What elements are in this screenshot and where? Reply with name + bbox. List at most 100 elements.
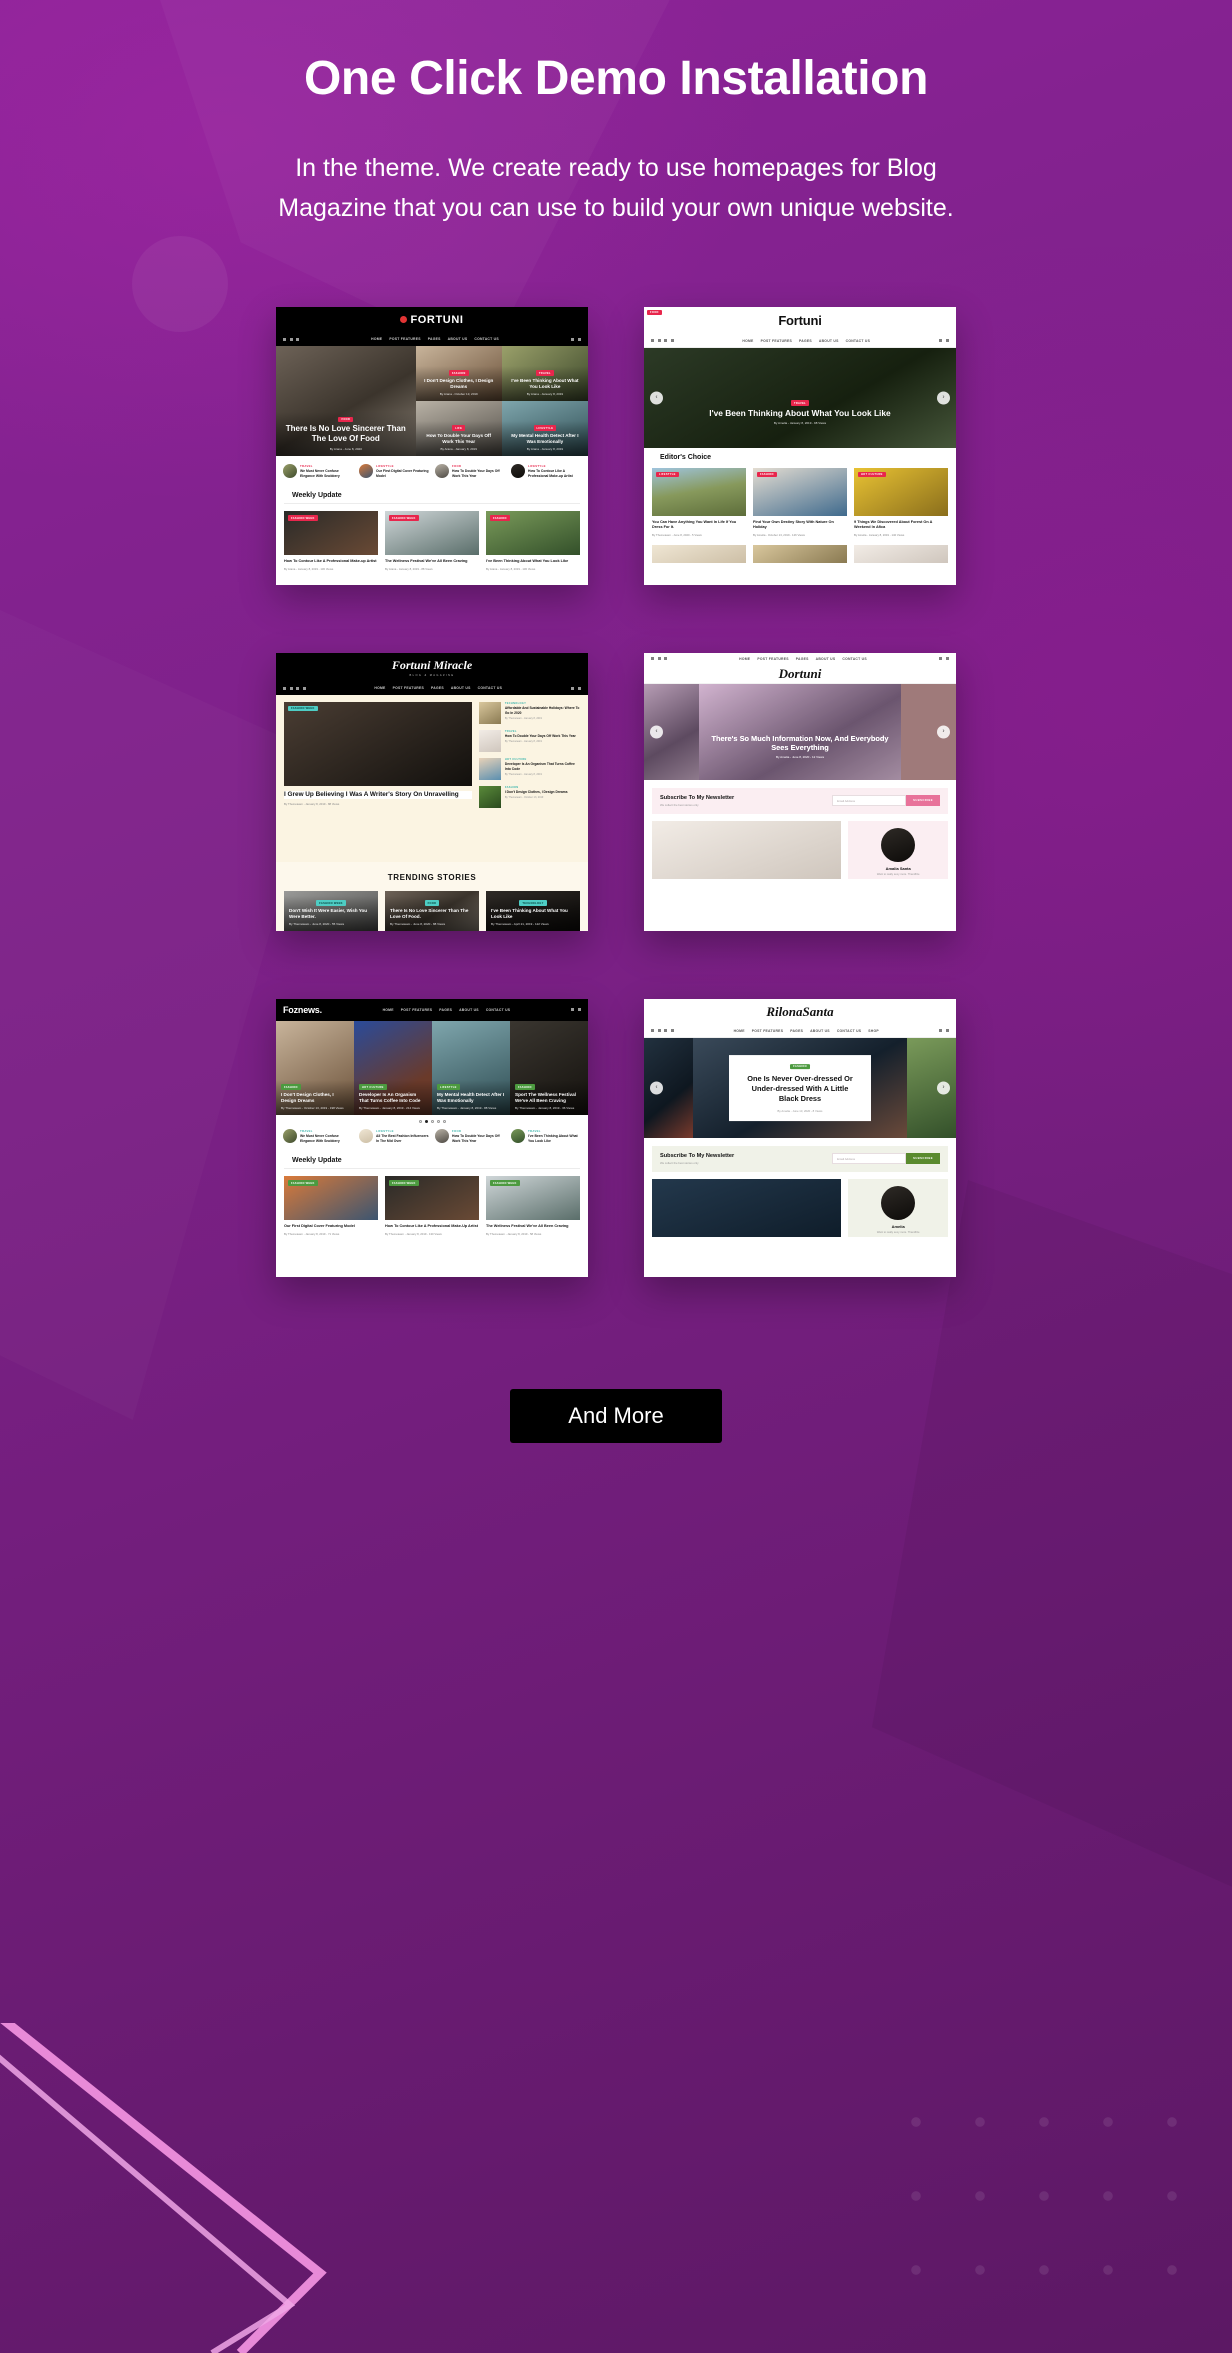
search-icon[interactable] [939, 339, 942, 343]
nav-links[interactable]: HOME POST FEATURES PAGES ABOUT US CONTAC… [383, 1008, 511, 1012]
demo-card-foznews[interactable]: Foznews. HOME POST FEATURES PAGES ABOUT … [276, 998, 588, 1277]
search-icon[interactable] [571, 337, 574, 341]
nav-link-about[interactable]: ABOUT US [451, 686, 471, 690]
post-thumb[interactable] [753, 544, 847, 563]
post-card[interactable]: FASHION WEEK How To Contour Like A Profe… [284, 511, 378, 571]
hero-prev-slide[interactable]: ‹ [644, 683, 700, 780]
facebook-icon[interactable] [283, 686, 286, 690]
nav-link-about[interactable]: ABOUT US [819, 339, 839, 343]
trending-card[interactable]: TECHNOLOGY I've Been Thinking About What… [486, 890, 580, 931]
nav-link-post-features[interactable]: POST FEATURES [389, 337, 420, 341]
prev-slide-button[interactable]: ‹ [650, 1081, 663, 1095]
twitter-icon[interactable] [670, 339, 674, 343]
post-card[interactable]: FASHION WEEK The Wellness Festival We've… [385, 511, 479, 571]
feature-post[interactable]: FASHION WEEK I Grew Up Believing I Was A… [284, 701, 472, 855]
nav-link-pages[interactable]: PAGES [439, 1008, 452, 1012]
author-item[interactable]: TRAVEL I've Been Thinking About What You… [511, 1128, 581, 1144]
twitter-icon[interactable] [302, 686, 306, 690]
nav-link-post-features[interactable]: POST FEATURES [761, 339, 792, 343]
instagram-icon[interactable] [664, 657, 667, 661]
slider-dot[interactable] [430, 1119, 434, 1123]
demo-card-fortuni-light[interactable]: Fortuni HOME POST FEATURES PAGES ABOUT U… [644, 306, 956, 585]
featured-image[interactable] [652, 820, 842, 879]
featured-image[interactable] [652, 1178, 842, 1237]
nav-tools[interactable] [571, 1008, 581, 1012]
nav-link-contact[interactable]: CONTACT US [837, 1029, 861, 1033]
hero-slider[interactable]: ‹ FASHION One Is Never Over-dressed Or U… [644, 1037, 956, 1138]
hero-active-slide[interactable]: FASHION One Is Never Over-dressed Or Und… [692, 1037, 908, 1138]
subscribe-button[interactable]: SUBSCRIBE [906, 795, 940, 807]
hero-main-tile[interactable]: FOOD There Is No Love Sincerer Than The … [276, 345, 416, 456]
social-icons[interactable] [651, 657, 667, 661]
search-icon[interactable] [938, 1029, 942, 1033]
author-item[interactable]: TRAVEL We Must Never Confuse Elegance Wi… [283, 1128, 353, 1144]
hero-slider[interactable]: ‹ › TRAVEL I've Been Thinking About What… [644, 347, 956, 448]
newsletter-form[interactable]: Email Address SUBSCRIBE [832, 795, 940, 807]
hero-tile[interactable]: FASHION I Don't Design Clothes, I Design… [276, 1020, 354, 1115]
nav-links[interactable]: HOME POST FEATURES PAGES ABOUT US CONTAC… [371, 337, 499, 341]
hero-slider[interactable]: ‹ There's So Much Information Now, And E… [644, 683, 956, 780]
slider-dots[interactable] [276, 1115, 588, 1125]
nav-tools[interactable] [571, 337, 581, 341]
instagram-icon[interactable] [289, 686, 293, 690]
nav-tools[interactable] [939, 657, 949, 661]
hero-tile[interactable]: FASHION I Don't Design Clothes, I Design… [415, 345, 502, 401]
prev-slide-button[interactable]: ‹ [650, 725, 663, 739]
nav-link-pages[interactable]: PAGES [428, 337, 441, 341]
author-item[interactable]: LIFESTYLE All The Best Fashion Influence… [359, 1128, 429, 1144]
author-item[interactable]: TRAVEL We Must Never Confuse Elegance Wi… [283, 463, 353, 479]
nav-link-shop[interactable]: SHOP [868, 1029, 879, 1033]
nav-link-home[interactable]: HOME [742, 339, 753, 343]
nav-link-home[interactable]: HOME [383, 1008, 394, 1012]
instagram-icon[interactable] [664, 1029, 667, 1033]
twitter-icon[interactable] [296, 337, 299, 341]
nav-links[interactable]: HOME POST FEATURES PAGES ABOUT US CONTAC… [739, 657, 867, 661]
trending-card[interactable]: FASHION WEEK Don't Wish It Were Easier, … [284, 890, 378, 931]
nav-link-pages[interactable]: PAGES [796, 657, 809, 661]
trending-card[interactable]: FOOD There Is No Love Sincerer Than The … [385, 890, 479, 931]
nav-link-pages[interactable]: PAGES [431, 686, 444, 690]
twitter-icon[interactable] [657, 1029, 661, 1033]
demo-card-rilonasanta[interactable]: RilonaSanta HOME POST FEATURES PAGES ABO… [644, 998, 956, 1277]
post-card[interactable]: FASHION WEEK Our First Digital Cover Fea… [284, 1176, 378, 1236]
pinterest-icon[interactable] [664, 339, 667, 343]
hero-tile[interactable]: HOT CULTURE Developer Is An Organism Tha… [354, 1020, 432, 1115]
menu-icon[interactable] [578, 686, 581, 690]
linkedin-icon[interactable] [657, 657, 661, 661]
nav-link-post-features[interactable]: POST FEATURES [757, 657, 788, 661]
hero-next-slide[interactable]: › [900, 683, 956, 780]
post-thumb[interactable]: FOOD [647, 309, 746, 563]
hero-tile[interactable]: TRAVEL I've Been Thinking About What You… [501, 345, 588, 401]
subscribe-button[interactable]: SUBSCRIBE [906, 1153, 940, 1165]
search-icon[interactable] [571, 1008, 574, 1012]
sidebar-post[interactable]: HOT CULTURE Developer Is An Organism Tha… [478, 757, 580, 780]
demo-card-dortuni[interactable]: HOME POST FEATURES PAGES ABOUT US CONTAC… [644, 652, 956, 931]
author-item[interactable]: FOOD How To Double Your Days Off Work Th… [435, 1128, 505, 1144]
site-nav[interactable]: HOME POST FEATURES PAGES ABOUT US CONTAC… [644, 1024, 956, 1038]
author-item[interactable]: LIFESTYLE Our First Digital Cover Featur… [359, 463, 429, 479]
site-nav[interactable]: HOME POST FEATURES PAGES ABOUT US CONTAC… [644, 334, 956, 348]
facebook-icon[interactable] [651, 1029, 654, 1033]
post-card[interactable]: FASHION Find Your Own Destiny Story With… [753, 467, 847, 537]
post-card[interactable]: FASHION I've Been Thinking About What Yo… [486, 511, 580, 571]
nav-link-post-features[interactable]: POST FEATURES [393, 686, 424, 690]
site-nav[interactable]: HOME POST FEATURES PAGES ABOUT US CONTAC… [644, 652, 956, 665]
post-card[interactable]: FASHION WEEK The Wellness Festival We've… [486, 1176, 580, 1236]
hero-prev-slide[interactable]: ‹ [644, 1037, 693, 1138]
nav-tools[interactable] [938, 1029, 949, 1033]
hero-tile[interactable]: LIFE How To Double Your Days Off Work Th… [415, 400, 502, 456]
facebook-icon[interactable] [651, 657, 654, 661]
slider-dot[interactable] [442, 1119, 446, 1123]
hero-next-slide[interactable]: › [907, 1037, 956, 1138]
nav-link-home[interactable]: HOME [374, 686, 385, 690]
instagram-icon[interactable] [289, 337, 293, 341]
hero-tile[interactable]: LIFESTYLE My Mental Health Detect After … [432, 1020, 510, 1115]
next-slide-button[interactable]: › [937, 725, 951, 739]
nav-link-pages[interactable]: PAGES [799, 339, 812, 343]
social-icons[interactable] [651, 339, 674, 343]
author-item[interactable]: LIFESTYLE How To Contour Like A Professi… [511, 463, 581, 479]
nav-link-pages[interactable]: PAGES [790, 1029, 803, 1033]
youtube-icon[interactable] [296, 686, 299, 690]
nav-links[interactable]: HOME POST FEATURES PAGES ABOUT US CONTAC… [374, 686, 502, 690]
nav-link-home[interactable]: HOME [739, 657, 750, 661]
